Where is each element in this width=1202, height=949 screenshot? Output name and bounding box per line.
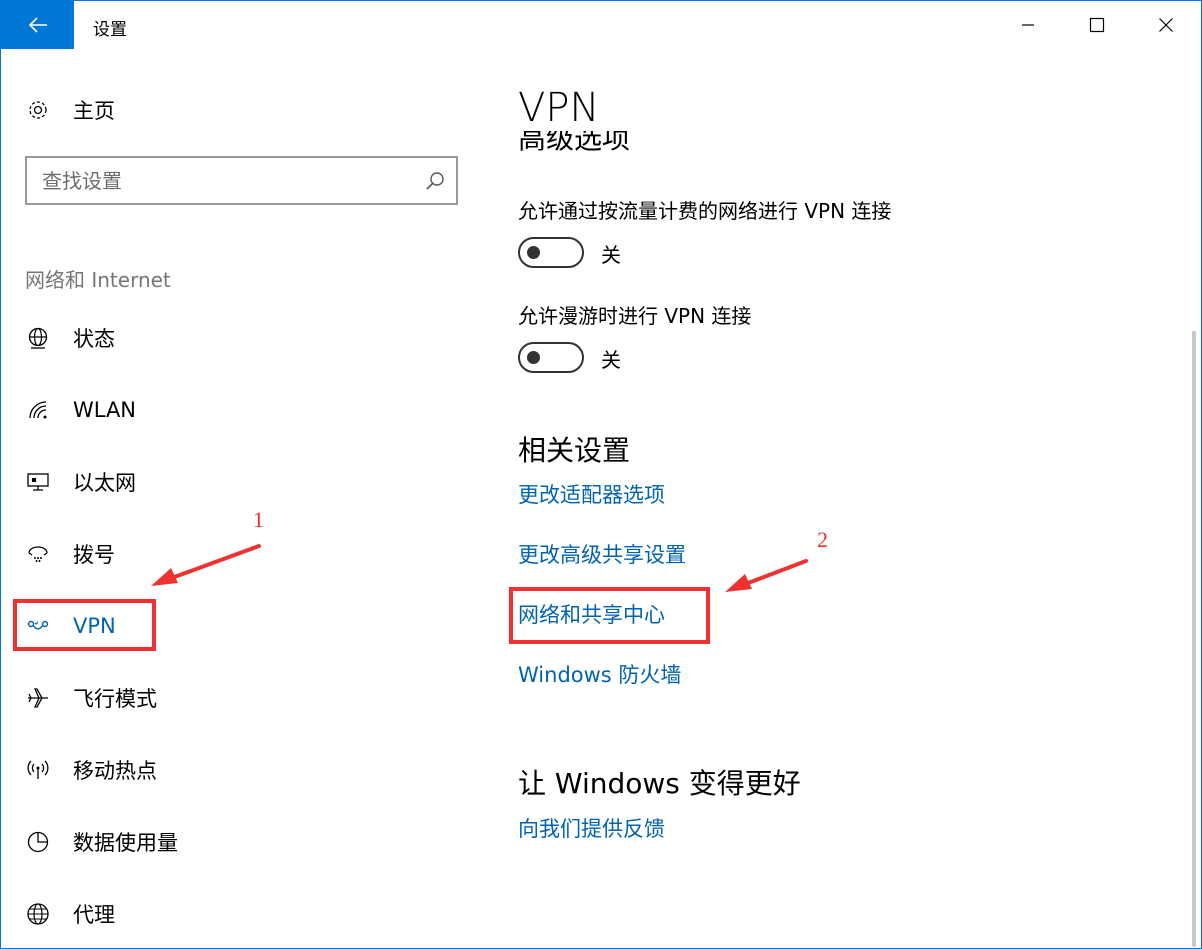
sidebar-item-label: 飞行模式 (73, 687, 157, 711)
annotation-box-sharing-center (509, 587, 710, 644)
title-bar: 设置 (1, 1, 1201, 49)
ethernet-icon (25, 469, 51, 495)
give-feedback-link[interactable]: 向我们提供反馈 (518, 813, 665, 843)
sidebar-item-label: 以太网 (73, 471, 136, 495)
window-title: 设置 (93, 20, 127, 40)
sidebar-item-status[interactable]: 状态 (1, 313, 481, 363)
home-label: 主页 (73, 99, 115, 123)
section-title: 网络和 Internet (25, 268, 171, 292)
sidebar-item-data-usage[interactable]: 数据使用量 (1, 817, 481, 867)
advanced-options-heading: 高级选项 (518, 131, 918, 157)
dialup-icon (25, 541, 51, 567)
minimize-icon (1022, 24, 1034, 26)
sidebar-item-wlan[interactable]: WLAN (1, 385, 481, 435)
wifi-icon (25, 397, 51, 423)
annotation-marker-2: 2 (817, 527, 828, 552)
sidebar: 主页 网络和 Internet 状态 WLAN 以太网 (1, 49, 481, 948)
hotspot-icon (25, 757, 51, 783)
globe-status-icon (25, 325, 51, 351)
annotation-box-vpn (13, 599, 156, 651)
windows-firewall-link[interactable]: Windows 防火墙 (518, 659, 681, 689)
toggle-knob (527, 246, 540, 259)
change-adapter-options-link[interactable]: 更改适配器选项 (518, 479, 665, 509)
home-link[interactable]: 主页 (25, 93, 115, 127)
gear-icon (25, 97, 51, 123)
maximize-button[interactable] (1063, 1, 1131, 49)
search-box[interactable] (25, 156, 458, 205)
sidebar-item-label: 移动热点 (73, 759, 157, 783)
sidebar-item-label: 数据使用量 (73, 831, 178, 855)
related-settings-heading: 相关设置 (518, 434, 631, 467)
back-button[interactable] (1, 1, 74, 49)
page-title: VPN (518, 85, 600, 131)
close-icon (1159, 18, 1173, 32)
minimize-button[interactable] (994, 1, 1062, 49)
settings-window: 设置 主页 网络和 Internet 状态 (0, 0, 1202, 949)
advanced-sharing-settings-link[interactable]: 更改高级共享设置 (518, 539, 686, 569)
sidebar-item-label: 状态 (73, 327, 115, 351)
airplane-icon (25, 685, 51, 711)
feedback-heading: 让 Windows 变得更好 (518, 767, 801, 800)
roaming-vpn-state: 关 (601, 348, 621, 372)
sidebar-item-dialup[interactable]: 拨号 (1, 529, 481, 579)
sidebar-item-airplane[interactable]: 飞行模式 (1, 673, 481, 723)
sidebar-item-hotspot[interactable]: 移动热点 (1, 745, 481, 795)
maximize-icon (1089, 17, 1105, 33)
globe-icon (25, 901, 51, 927)
toggle-knob (527, 351, 540, 364)
vertical-scrollbar[interactable] (1192, 331, 1196, 947)
search-input[interactable] (42, 168, 422, 194)
sidebar-item-ethernet[interactable]: 以太网 (1, 457, 481, 507)
sidebar-item-label: 拨号 (73, 543, 115, 567)
sidebar-item-proxy[interactable]: 代理 (1, 889, 481, 939)
metered-vpn-state: 关 (601, 243, 621, 267)
roaming-vpn-label: 允许漫游时进行 VPN 连接 (518, 304, 752, 328)
close-button[interactable] (1132, 1, 1200, 49)
main-content: VPN 高级选项 允许通过按流量计费的网络进行 VPN 连接 关 允许漫游时进行… (481, 49, 1191, 948)
advanced-options-heading-text: 高级选项 (518, 131, 631, 155)
data-usage-icon (25, 829, 51, 855)
sidebar-item-label: 代理 (73, 903, 115, 927)
metered-vpn-toggle[interactable] (518, 237, 584, 268)
sidebar-item-label: WLAN (73, 398, 137, 422)
arrow-left-icon (28, 17, 47, 33)
metered-vpn-label: 允许通过按流量计费的网络进行 VPN 连接 (518, 199, 892, 223)
search-icon (426, 172, 444, 190)
annotation-marker-1: 1 (253, 507, 264, 532)
roaming-vpn-toggle[interactable] (518, 342, 584, 373)
